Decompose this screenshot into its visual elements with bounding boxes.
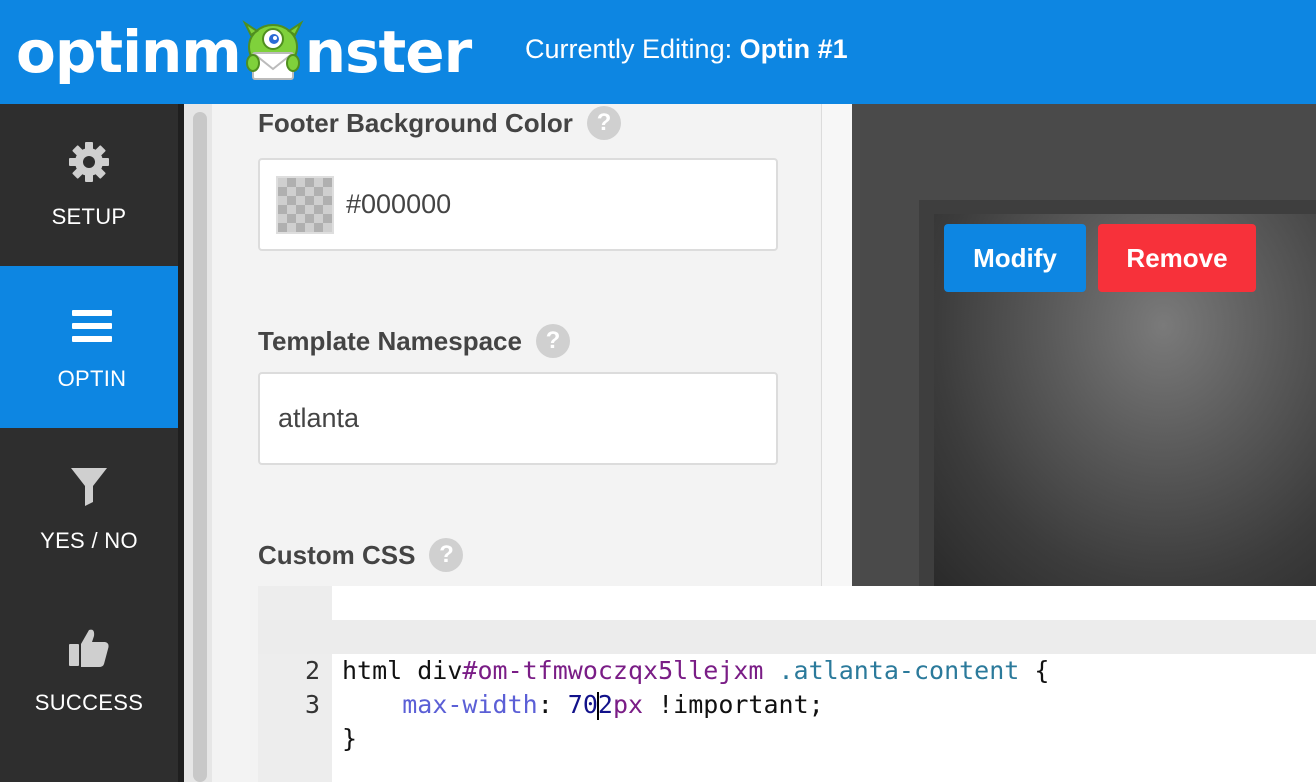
code-line-active[interactable]: 2 max-width: 702px !important; <box>258 620 1316 720</box>
remove-button[interactable]: Remove <box>1098 224 1256 292</box>
css-number-part: 2 <box>597 690 613 719</box>
css-number-part: 70 <box>567 690 598 719</box>
help-icon[interactable]: ? <box>429 538 464 572</box>
optinmonster-logo[interactable]: optinm nster <box>16 12 472 92</box>
code-text: } <box>342 722 357 756</box>
panel-scrollbar-thumb[interactable] <box>193 112 207 782</box>
sidebar-item-label: SETUP <box>51 204 127 229</box>
template-namespace-label: Template Namespace ? <box>258 324 570 358</box>
css-brace-close: } <box>342 724 358 753</box>
custom-css-editor[interactable]: 1 html div#om-tfmwoczqx5llejxm .atlanta-… <box>258 586 1316 782</box>
editing-label: Currently Editing: <box>525 34 733 64</box>
code-line[interactable]: 1 html div#om-tfmwoczqx5llejxm .atlanta-… <box>258 586 1316 685</box>
gear-icon <box>69 142 109 182</box>
css-property: max-width <box>402 690 538 719</box>
custom-css-label-text: Custom CSS <box>258 539 416 570</box>
line-number: 3 <box>304 690 320 719</box>
logo-text-right: nster <box>304 18 472 86</box>
help-icon[interactable]: ? <box>535 324 570 358</box>
footer-bg-color-field[interactable]: #000000 <box>258 158 778 251</box>
template-namespace-value: atlanta <box>278 403 360 433</box>
sidebar-nav: SETUP OPTIN YES / NO SUCCESS <box>0 104 184 782</box>
sidebar-item-label: SUCCESS <box>34 690 144 715</box>
code-text: max-width: 702px !important; <box>342 688 824 722</box>
sidebar-item-setup[interactable]: SETUP <box>0 104 178 266</box>
sidebar-item-yes-no[interactable]: YES / NO <box>0 428 178 590</box>
sidebar-item-label: OPTIN <box>57 366 127 391</box>
sidebar-item-label: YES / NO <box>40 528 138 553</box>
custom-css-label: Custom CSS ? <box>258 538 464 572</box>
template-namespace-label-text: Template Namespace <box>258 325 522 356</box>
menu-icon <box>72 310 112 342</box>
footer-bg-color-label-text: Footer Background Color <box>258 107 573 138</box>
footer-bg-color-label: Footer Background Color ? <box>258 106 621 140</box>
css-unit: px <box>612 690 644 719</box>
help-icon[interactable]: ? <box>586 106 621 140</box>
sidebar-item-optin[interactable]: OPTIN <box>0 266 184 428</box>
thumbs-up-icon <box>69 629 109 667</box>
filter-icon <box>71 468 107 506</box>
footer-bg-color-value: #000000 <box>346 189 452 219</box>
monster-mascot-icon <box>241 17 305 87</box>
modify-button[interactable]: Modify <box>944 224 1086 292</box>
sidebar-item-success[interactable]: SUCCESS <box>0 590 178 752</box>
css-important: !important; <box>643 690 824 719</box>
template-namespace-field[interactable]: atlanta <box>258 372 778 465</box>
app-header: optinm nster Currently Editing: Optin #1 <box>0 0 1316 104</box>
code-line[interactable]: 3 } <box>258 654 1316 753</box>
logo-text-left: optinm <box>16 18 242 86</box>
currently-editing: Currently Editing: Optin #1 <box>525 30 848 68</box>
css-colon: : <box>537 690 568 719</box>
color-swatch[interactable] <box>276 175 334 234</box>
editing-optin-name: Optin #1 <box>739 34 848 64</box>
